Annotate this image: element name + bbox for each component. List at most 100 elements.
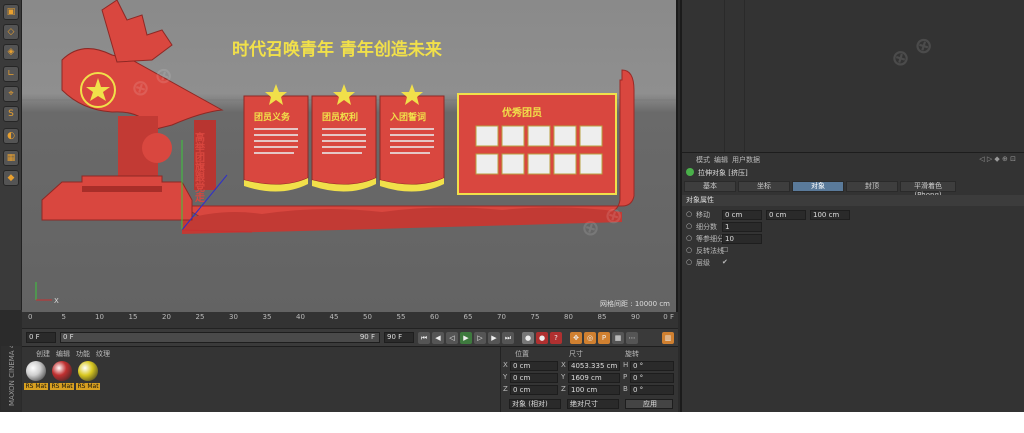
move-key-icon[interactable]: ✥ [570,332,582,344]
panel-group: 团员义务 团员权利 入团誓词 [243,84,445,192]
timeline-window-icon[interactable]: ▥ [662,332,674,344]
snap-icon[interactable]: ⌖ [3,86,19,102]
attribute-tab[interactable]: 基本 [684,181,736,192]
animate-dot-icon[interactable]: ○ [686,246,692,254]
timeline-tick: 45 [329,313,339,321]
start-frame-field[interactable]: 0 F [26,332,56,343]
checkbox[interactable]: ☐ [722,246,728,254]
viewport[interactable]: 高举团旗跟党走 时代召唤青年 青年创造未来 团员义务 团员权利 入团誓词 优秀团 [22,0,678,312]
material-menu-item[interactable]: 纹理 [96,349,110,359]
size-axis-label: Y [561,373,566,381]
end-frame-field[interactable]: 90 F [384,332,414,343]
animate-dot-icon[interactable]: ○ [686,234,692,242]
property-field[interactable]: 100 cm [810,210,850,220]
attribute-tab[interactable]: 封顶 [846,181,898,192]
prev-key-icon[interactable]: ◀ [432,332,444,344]
coordinate-manager: 位置 尺寸 旋转 X0 cm X 4053.335 cm H 0 ° Y 0 cm Y 1609… [500,346,678,412]
object-manager[interactable] [680,0,1024,152]
property-field[interactable]: 10 [722,234,762,244]
material-menu-item[interactable]: 功能 [76,349,90,359]
apply-button[interactable]: 应用 [625,399,673,409]
nav-arrows-icon[interactable]: ◁ ▷ ◆ ⊕ ⊡ [979,155,1016,163]
material-swatch[interactable]: RS Mat [76,361,100,390]
coord-header-position: 位置 [515,350,529,358]
next-frame-icon[interactable]: ▷ [474,332,486,344]
property-field[interactable]: 0 cm [722,210,762,220]
enable-snap-icon[interactable]: S [3,106,19,122]
next-key-icon[interactable]: ▶ [488,332,500,344]
timeline-tick: 30 [229,313,238,321]
size-field[interactable]: 4053.335 cm [568,361,620,371]
timeline-ruler[interactable]: 0 5 10 15 20 25 30 35 40 45 50 55 60 65 70 75 80 85 90 0 F [22,312,678,328]
attribute-tab[interactable]: 对象 [792,181,844,192]
autokey-icon[interactable]: ● [536,332,548,344]
rotate-key-icon[interactable]: ◎ [584,332,596,344]
animate-dot-icon[interactable]: ○ [686,258,692,266]
cube-icon[interactable]: ▣ [3,4,19,20]
keyframe-icon[interactable]: ? [550,332,562,344]
axis-icon[interactable]: ∟ [3,66,19,82]
material-ball-icon [52,361,72,381]
attribute-tab[interactable]: 平滑着色(Phong) [900,181,956,199]
animate-dot-icon[interactable]: ○ [686,210,692,218]
property-label: 细分数 [696,223,717,231]
property-field[interactable]: 0 cm [766,210,806,220]
edge-icon[interactable]: ◈ [3,44,19,60]
go-end-icon[interactable]: ⏭ [502,332,514,344]
material-ball-icon [78,361,98,381]
polygon-icon[interactable]: ◇ [3,24,19,40]
property-label: 反转法线 [696,247,724,255]
material-manager: 创建 编辑 功能 纹理 RS Mat RS Mat RS Mat [22,346,500,412]
rotation-axis-label: H [623,361,629,369]
coord-mode-select[interactable]: 对象 (相对) [509,399,561,409]
attribute-tab[interactable]: 坐标 [738,181,790,192]
timeline-tick: 90 [631,313,640,321]
go-start-icon[interactable]: ⏮ [418,332,430,344]
timeline-tick: 65 [463,313,473,321]
timeline-tick: 25 [195,313,205,321]
material-menu-item[interactable]: 创建 [36,349,50,359]
timeline-tick: 75 [530,313,540,321]
rotation-field[interactable]: 0 ° [630,361,674,371]
property-label: 等参细分 [696,235,724,243]
scale-key-icon[interactable]: P [598,332,610,344]
sun-circle [142,133,172,163]
checkbox[interactable]: ✔ [722,258,728,266]
material-label: RS Mat [76,383,100,390]
rotation-field[interactable]: 0 ° [630,373,674,383]
timeline-tick: 15 [128,313,138,321]
lock-icon[interactable]: ◆ [3,170,19,186]
headline: 时代召唤青年 青年创造未来 [232,39,443,60]
frame-range-slider[interactable]: 0 F 90 F [60,332,380,343]
rotation-field[interactable]: 0 ° [630,385,674,395]
play-icon[interactable]: ▶ [460,332,472,344]
size-axis-label: X [561,361,566,369]
material-menu-item[interactable]: 编辑 [56,349,70,359]
position-field[interactable]: 0 cm [510,385,558,395]
size-field[interactable]: 1609 cm [568,373,620,383]
coord-axis-label: Y [503,373,508,381]
corner-axis-label: X [54,297,59,305]
panel-title: 团员义务 [254,111,291,123]
size-axis-label: Z [561,385,566,393]
size-field[interactable]: 100 cm [568,385,620,395]
param-key-icon[interactable]: ▦ [612,332,624,344]
animate-dot-icon[interactable]: ○ [686,222,692,230]
workplane-icon[interactable]: ◐ [3,128,19,144]
material-swatch[interactable]: RS Mat [24,361,48,390]
property-field[interactable]: 1 [722,222,762,232]
material-label: RS Mat [24,383,48,390]
pla-key-icon[interactable]: ⋯ [626,332,638,344]
prev-frame-icon[interactable]: ◁ [446,332,458,344]
position-field[interactable]: 0 cm [510,361,558,371]
attribute-menu-item[interactable]: 模式 [696,155,710,165]
grid-icon[interactable]: ▦ [3,150,19,166]
position-field[interactable]: 0 cm [510,373,558,383]
material-swatch[interactable]: RS Mat [50,361,74,390]
size-mode-select[interactable]: 绝对尺寸 [567,399,619,409]
attribute-menu-item[interactable]: 用户数据 [732,155,760,165]
record-icon[interactable]: ● [522,332,534,344]
timeline-tick: 85 [597,313,607,321]
panel-title: 入团誓词 [389,111,426,123]
attribute-menu-item[interactable]: 编辑 [714,155,728,165]
